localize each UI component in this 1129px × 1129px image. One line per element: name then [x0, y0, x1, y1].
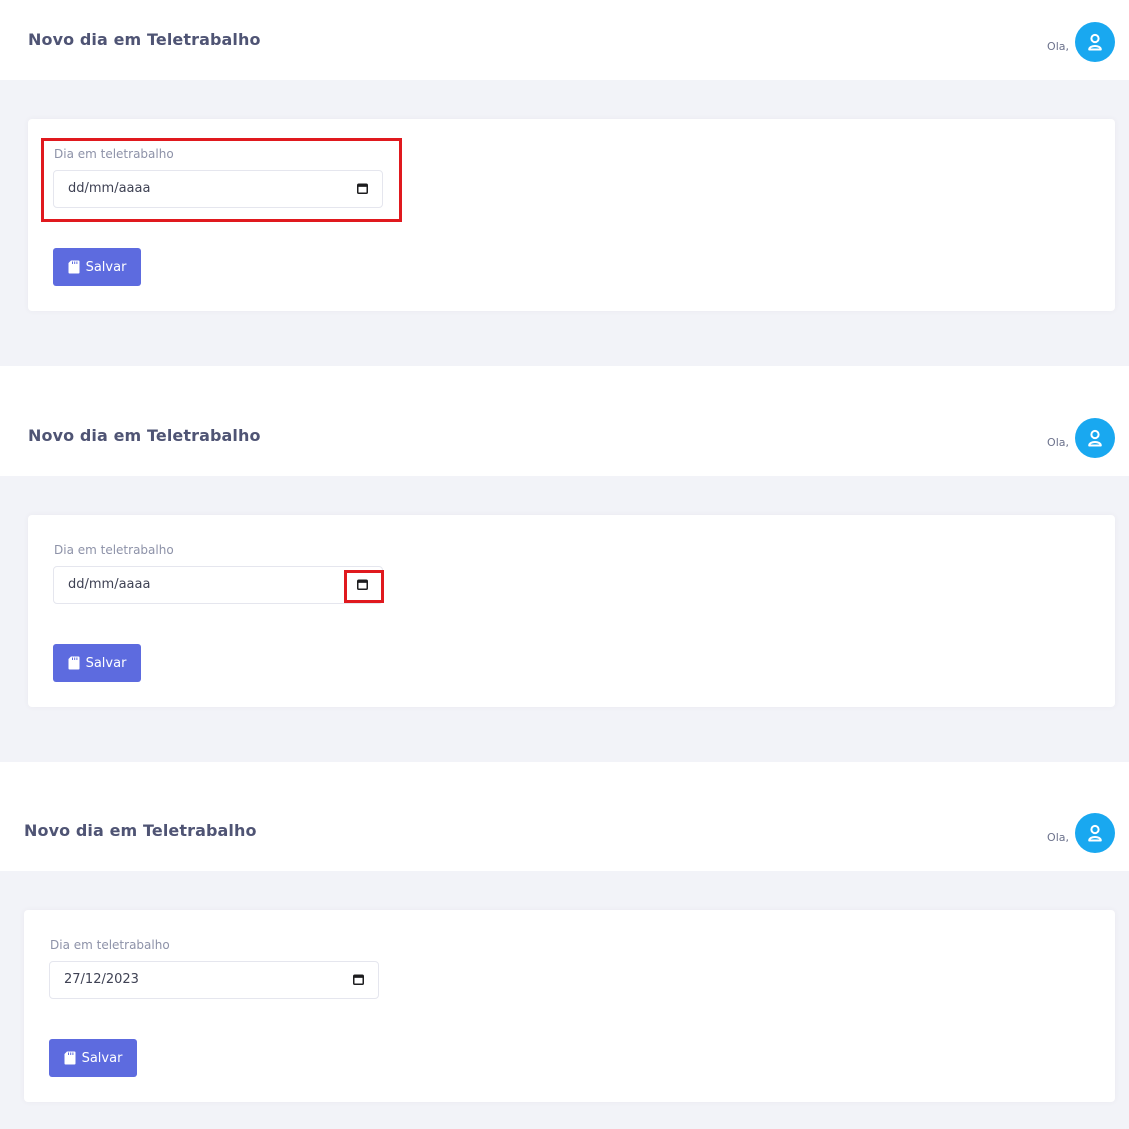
page-title: Novo dia em Teletrabalho	[28, 30, 261, 49]
step-2-panel: Novo dia em Teletrabalho Ola, Dia em tel…	[0, 396, 1129, 766]
save-icon	[64, 1051, 76, 1065]
greeting-text: Ola,	[1047, 436, 1069, 449]
date-input[interactable]: 27/12/2023	[49, 961, 379, 999]
page-title: Novo dia em Teletrabalho	[24, 821, 257, 840]
header-bar: Novo dia em Teletrabalho Ola,	[0, 0, 1129, 80]
save-button-label: Salvar	[81, 1050, 123, 1066]
header-bar: Novo dia em Teletrabalho Ola,	[0, 396, 1129, 476]
save-icon	[68, 656, 80, 670]
date-input-value: 27/12/2023	[64, 972, 139, 987]
date-input-value: dd/mm/aaaa	[68, 577, 151, 592]
date-field-label: Dia em teletrabalho	[54, 543, 174, 557]
step-1-panel: Novo dia em Teletrabalho Ola, Dia em tel…	[0, 0, 1129, 370]
save-button[interactable]: Salvar	[49, 1039, 137, 1077]
save-button-label: Salvar	[85, 259, 127, 275]
form-card	[24, 910, 1115, 1102]
user-icon	[1088, 824, 1102, 842]
save-button[interactable]: Salvar	[53, 644, 141, 682]
page-title: Novo dia em Teletrabalho	[28, 426, 261, 445]
calendar-icon[interactable]	[353, 974, 364, 985]
user-icon	[1088, 429, 1102, 447]
user-icon	[1088, 33, 1102, 51]
step-3-panel: Novo dia em Teletrabalho Ola, Dia em tel…	[0, 791, 1129, 1129]
save-button-label: Salvar	[85, 655, 127, 671]
avatar[interactable]	[1075, 22, 1115, 62]
avatar[interactable]	[1075, 418, 1115, 458]
date-field-label: Dia em teletrabalho	[50, 938, 170, 952]
form-card	[28, 515, 1115, 707]
avatar[interactable]	[1075, 813, 1115, 853]
greeting-text: Ola,	[1047, 831, 1069, 844]
greeting-text: Ola,	[1047, 40, 1069, 53]
highlight-date-field	[41, 138, 402, 222]
save-icon	[68, 260, 80, 274]
header-bar: Novo dia em Teletrabalho Ola,	[0, 791, 1129, 871]
date-input[interactable]: dd/mm/aaaa	[53, 566, 383, 604]
highlight-calendar-icon	[344, 570, 384, 603]
save-button[interactable]: Salvar	[53, 248, 141, 286]
